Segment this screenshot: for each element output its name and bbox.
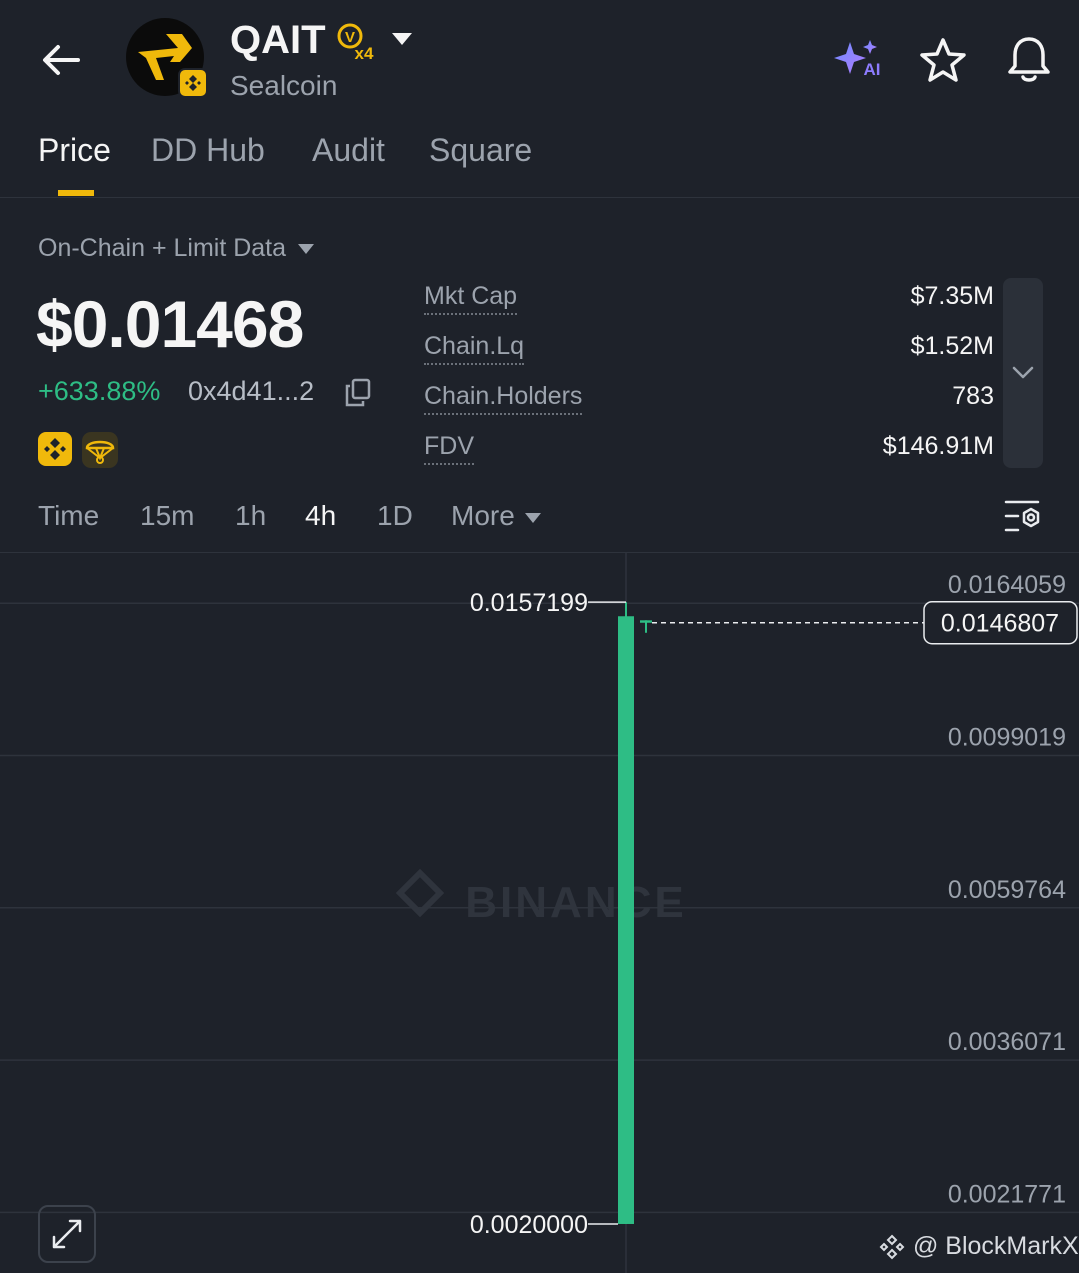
high-price-label: 0.0157199 [470, 589, 588, 617]
stat-label[interactable]: Chain.Holders [424, 382, 583, 415]
timeframe-time[interactable]: Time [38, 500, 99, 532]
data-source-dropdown[interactable]: On-Chain + Limit Data [38, 234, 315, 263]
fullscreen-button[interactable] [38, 1205, 96, 1263]
chevron-down-icon [1012, 366, 1034, 379]
timeframe-4h[interactable]: 4h [305, 500, 336, 532]
bnb-icon [44, 438, 66, 460]
bnb-chain-chip[interactable] [38, 432, 72, 466]
credit-watermark: @ BlockMarkX [878, 1232, 1079, 1261]
candlestick-chart: 0.0164059 0.0099019 0.0059764 0.0036071 0.00… [0, 553, 1079, 1273]
chart-settings-button[interactable] [1002, 496, 1044, 536]
stat-label[interactable]: Mkt Cap [424, 282, 518, 315]
stat-value: $146.91M [882, 432, 994, 460]
parachute-icon [85, 440, 115, 464]
stat-row-fdv: FDV $146.91M [424, 432, 994, 472]
stat-row-chain-lq: Chain.Lq $1.52M [424, 332, 994, 372]
bnb-chain-badge [178, 68, 208, 98]
price-chart[interactable]: 0.0164059 0.0099019 0.0059764 0.0036071 0.00… [0, 553, 1079, 1273]
v-badge-icon: V x4 [337, 23, 374, 63]
tab-bar: Price DD Hub Audit Square [0, 120, 1079, 198]
token-logo [126, 18, 208, 98]
contract-address: 0x4d41...2 [188, 376, 315, 406]
caret-down-icon [298, 244, 315, 255]
stat-value: $7.35M [910, 282, 994, 310]
caret-down-icon [392, 33, 412, 45]
tab-dd-hub[interactable]: DD Hub [151, 132, 265, 169]
favorite-button[interactable] [918, 36, 968, 84]
more-label: More [451, 500, 515, 531]
bnb-icon [185, 75, 201, 91]
token-switch-dropdown[interactable] [390, 30, 414, 48]
y-tick-label: 0.0099019 [948, 724, 1066, 752]
y-tick-label: 0.0036071 [948, 1028, 1066, 1056]
expand-arrows-icon [52, 1219, 82, 1249]
chart-settings-icon [1004, 500, 1040, 532]
arrow-left-icon [43, 45, 80, 75]
tag-letter: V [345, 29, 355, 46]
caret-down-icon [524, 512, 541, 523]
low-price-label: 0.0020000 [470, 1211, 588, 1239]
alert-button[interactable] [1004, 34, 1054, 86]
timeframe-more-dropdown[interactable]: More [451, 500, 541, 532]
stat-row-mkt-cap: Mkt Cap $7.35M [424, 282, 994, 322]
timeframe-1d[interactable]: 1D [377, 500, 413, 532]
timeframe-1h[interactable]: 1h [235, 500, 266, 532]
verified-tag: V x4 [336, 22, 380, 63]
last-price-label: 0.0146807 [941, 610, 1059, 638]
airdrop-chip[interactable] [82, 432, 118, 468]
stat-label[interactable]: FDV [424, 432, 474, 465]
copy-address-button[interactable] [344, 378, 372, 408]
candle-body [618, 616, 634, 1224]
stat-value: 783 [952, 382, 994, 410]
tab-square[interactable]: Square [429, 132, 532, 169]
binance-logo-icon [879, 1234, 905, 1260]
ai-label: AI [864, 60, 881, 79]
project-name: Sealcoin [230, 70, 338, 101]
data-source-label: On-Chain + Limit Data [38, 234, 287, 262]
token-ticker: QAIT [230, 18, 326, 62]
back-button[interactable] [38, 38, 86, 82]
y-tick-label: 0.0059764 [948, 876, 1066, 904]
timeframe-15m[interactable]: 15m [140, 500, 194, 532]
credit-text: @ BlockMarkX [912, 1232, 1079, 1260]
price-change: +633.88% [38, 376, 161, 406]
binance-watermark-logo [395, 868, 445, 918]
ai-assistant-button[interactable]: AI [834, 38, 884, 80]
tab-audit[interactable]: Audit [312, 132, 385, 169]
ai-sparkle-icon: AI [834, 40, 881, 79]
stat-value: $1.52M [910, 332, 994, 360]
y-tick-label: 0.0021771 [948, 1180, 1066, 1208]
expand-stats-button[interactable] [1003, 278, 1043, 468]
active-tab-indicator [58, 190, 94, 196]
stat-row-chain-holders: Chain.Holders 783 [424, 382, 994, 422]
bell-icon [1008, 37, 1050, 82]
star-icon [920, 38, 966, 82]
stat-label[interactable]: Chain.Lq [424, 332, 525, 365]
y-tick-label: 0.0164059 [948, 571, 1066, 599]
copy-icon [345, 378, 371, 407]
candle-body [640, 620, 652, 623]
tag-multiplier: x4 [355, 44, 374, 62]
tab-price[interactable]: Price [38, 132, 111, 169]
binance-watermark: BINANCE [465, 878, 686, 927]
header: QAIT V x4 Sealcoin AI [0, 0, 1079, 120]
current-price: $0.01468 [36, 287, 304, 361]
